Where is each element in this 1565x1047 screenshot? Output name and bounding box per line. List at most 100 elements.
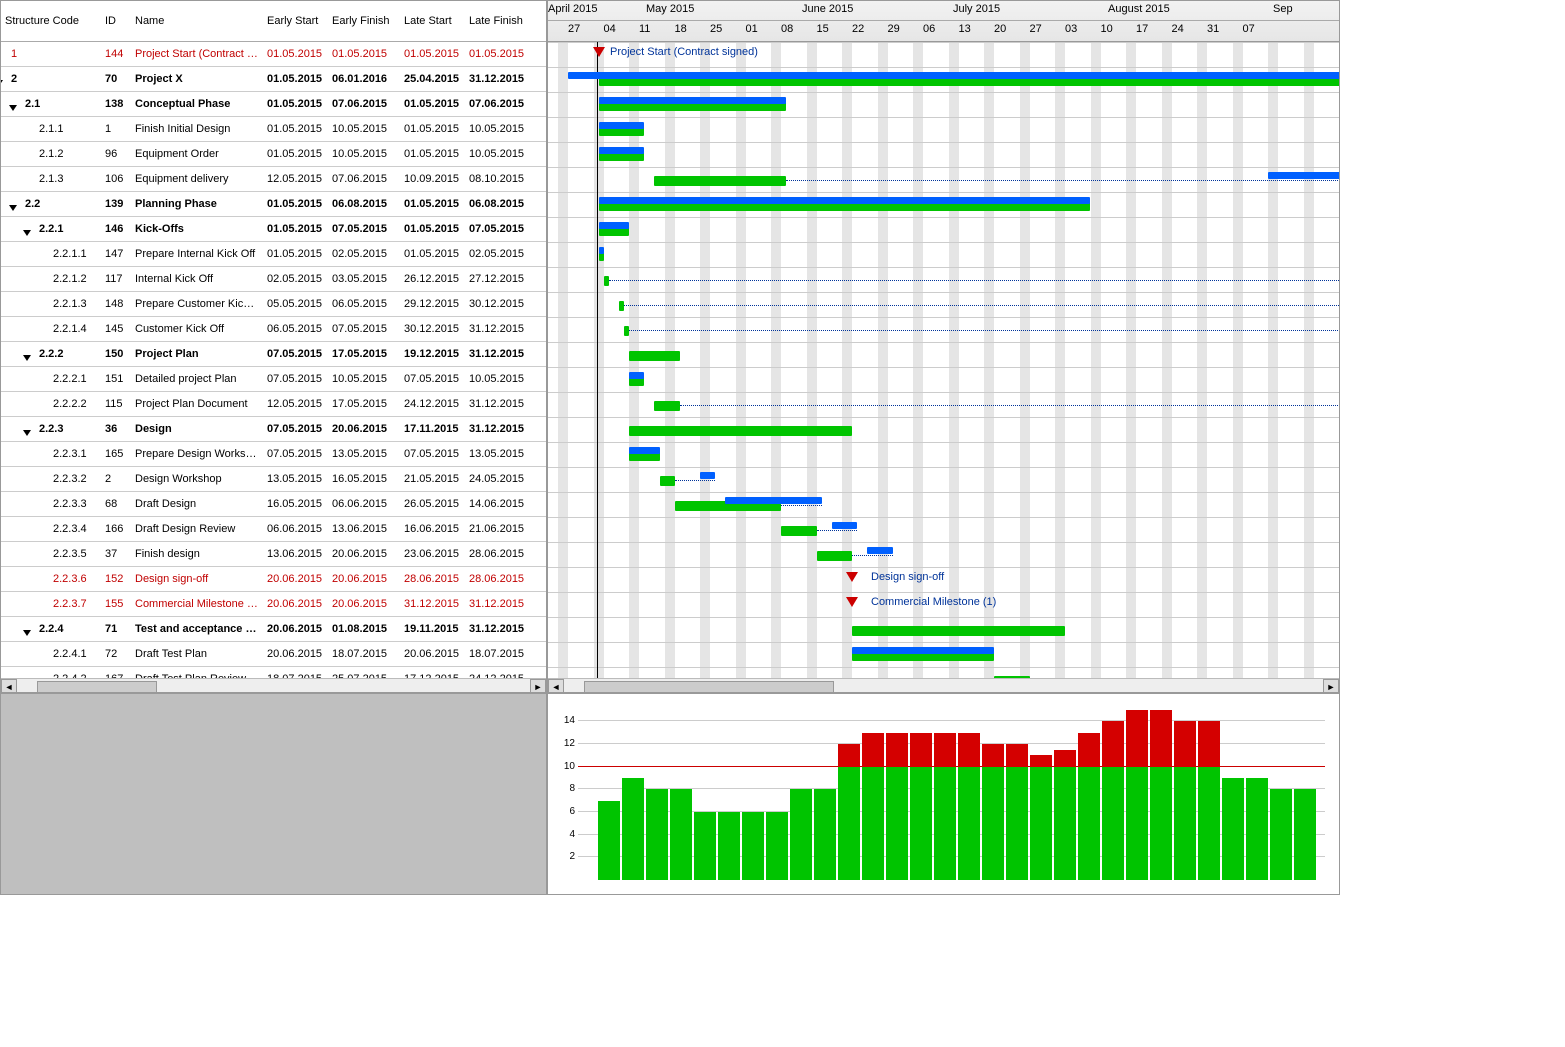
gantt-bar-late[interactable] [629, 447, 659, 454]
histogram-bar[interactable] [1006, 744, 1028, 880]
scroll-thumb[interactable] [584, 681, 834, 693]
scroll-left-icon[interactable]: ◄ [548, 679, 564, 694]
gantt-bar-late[interactable] [700, 472, 715, 479]
col-structure-code[interactable]: Structure Code [1, 13, 101, 29]
gantt-bar-late[interactable] [599, 247, 604, 254]
col-id[interactable]: ID [101, 13, 131, 29]
histogram-bar[interactable] [1270, 789, 1292, 880]
gantt-bar-early[interactable] [852, 626, 1065, 636]
histogram-bar[interactable] [718, 812, 740, 880]
expand-icon[interactable] [9, 105, 17, 111]
col-late-start[interactable]: Late Start [400, 13, 465, 29]
col-name[interactable]: Name [131, 13, 263, 29]
scroll-left-icon[interactable]: ◄ [1, 679, 17, 694]
table-row[interactable]: 2.2.2.2115Project Plan Document12.05.201… [1, 392, 546, 417]
gantt-bar-late[interactable] [1268, 172, 1339, 179]
gantt-body[interactable]: Project Start (Contract signed)Design si… [548, 42, 1339, 678]
gantt-bar-late[interactable] [832, 522, 857, 529]
table-row[interactable]: 2.2.3.1165Prepare Design Workshop07.05.2… [1, 442, 546, 467]
histogram-bar[interactable] [1078, 733, 1100, 880]
milestone-marker[interactable] [846, 597, 858, 607]
histogram-bar[interactable] [982, 744, 1004, 880]
histogram-bar[interactable] [1198, 721, 1220, 880]
table-row[interactable]: 2.1.3106Equipment delivery12.05.201507.0… [1, 167, 546, 192]
histogram-bar[interactable] [910, 733, 932, 880]
gantt-bar-late[interactable] [629, 372, 644, 379]
histogram-bar[interactable] [838, 744, 860, 880]
scroll-thumb[interactable] [37, 681, 157, 693]
milestone-marker[interactable] [846, 572, 858, 582]
gantt-bar-early[interactable] [654, 401, 679, 411]
table-row[interactable]: 2.2.3.6152Design sign-off20.06.201520.06… [1, 567, 546, 592]
gantt-bar-late[interactable] [599, 222, 629, 229]
histogram-bar[interactable] [742, 812, 764, 880]
col-late-finish[interactable]: Late Finish [465, 13, 535, 29]
gantt-bar-late[interactable] [599, 122, 645, 129]
histogram-bar[interactable] [1150, 710, 1172, 880]
gantt-bar-early[interactable] [660, 476, 675, 486]
histogram-bar[interactable] [670, 789, 692, 880]
histogram-bar[interactable] [622, 778, 644, 880]
gantt-bar-early[interactable] [781, 526, 816, 536]
scroll-right-icon[interactable]: ► [1323, 679, 1339, 694]
histogram-bar[interactable] [790, 789, 812, 880]
table-row[interactable]: 2.2.1.2117Internal Kick Off02.05.201503.… [1, 267, 546, 292]
table-row[interactable]: 2.2.2.1151Detailed project Plan07.05.201… [1, 367, 546, 392]
task-table-body[interactable]: 1144Project Start (Contract signed)01.05… [1, 42, 546, 678]
table-row[interactable]: 2.2.1.1147Prepare Internal Kick Off01.05… [1, 242, 546, 267]
table-row[interactable]: 2.2.336Design07.05.201520.06.201517.11.2… [1, 417, 546, 442]
histogram-bar[interactable] [1126, 710, 1148, 880]
expand-icon[interactable] [23, 230, 31, 236]
gantt-hscroll[interactable]: ◄ ► [548, 678, 1339, 693]
gantt-bar-early[interactable] [604, 276, 609, 286]
histogram-area[interactable] [578, 696, 1325, 880]
histogram-bar[interactable] [958, 733, 980, 880]
table-row[interactable]: 2.2.4.2167Draft Test Plan Review18.07.20… [1, 667, 546, 678]
histogram-bar[interactable] [934, 733, 956, 880]
table-row[interactable]: 2.2.3.368Draft Design16.05.201506.06.201… [1, 492, 546, 517]
table-row[interactable]: 2.2.471Test and acceptance plan20.06.201… [1, 617, 546, 642]
histogram-bar[interactable] [598, 801, 620, 880]
gantt-bar-late[interactable] [725, 497, 821, 504]
gantt-bar-late[interactable] [867, 547, 892, 554]
gantt-bar-late[interactable] [599, 197, 1091, 204]
task-table-hscroll[interactable]: ◄ ► [1, 678, 546, 693]
expand-icon[interactable] [23, 355, 31, 361]
table-row[interactable]: 2.2139Planning Phase01.05.201506.08.2015… [1, 192, 546, 217]
histogram-bar[interactable] [1222, 778, 1244, 880]
histogram-bar[interactable] [766, 812, 788, 880]
histogram-bar[interactable] [862, 733, 884, 880]
milestone-marker[interactable] [593, 47, 605, 57]
histogram-bar[interactable] [1294, 789, 1316, 880]
expand-icon[interactable] [23, 630, 31, 636]
gantt-bar-early[interactable] [817, 551, 852, 561]
table-row[interactable]: 2.2.3.7155Commercial Milestone (1)20.06.… [1, 592, 546, 617]
gantt-bar-early[interactable] [619, 301, 624, 311]
table-row[interactable]: 2.2.3.22Design Workshop13.05.201516.05.2… [1, 467, 546, 492]
table-row[interactable]: 2.2.1.4145Customer Kick Off06.05.201507.… [1, 317, 546, 342]
gantt-bar-late[interactable] [599, 147, 645, 154]
table-row[interactable]: 2.2.3.4166Draft Design Review06.06.20151… [1, 517, 546, 542]
histogram-bar[interactable] [1030, 755, 1052, 880]
gantt-bar-early[interactable] [629, 426, 852, 436]
expand-icon[interactable] [9, 205, 17, 211]
col-early-finish[interactable]: Early Finish [328, 13, 400, 29]
gantt-bar-early[interactable] [629, 351, 680, 361]
table-row[interactable]: 2.1138Conceptual Phase01.05.201507.06.20… [1, 92, 546, 117]
col-early-start[interactable]: Early Start [263, 13, 328, 29]
gantt-bar-late[interactable] [852, 647, 994, 654]
histogram-bar[interactable] [646, 789, 668, 880]
histogram-bar[interactable] [694, 812, 716, 880]
table-row[interactable]: 2.2.3.537Finish design13.06.201520.06.20… [1, 542, 546, 567]
histogram-bar[interactable] [1054, 750, 1076, 880]
table-row[interactable]: 2.2.1.3148Prepare Customer Kick Off05.05… [1, 292, 546, 317]
gantt-bar-late[interactable] [599, 97, 787, 104]
scroll-right-icon[interactable]: ► [530, 679, 546, 694]
gantt-bar-late[interactable] [568, 72, 1339, 79]
table-row[interactable]: 270Project X01.05.201506.01.201625.04.20… [1, 67, 546, 92]
histogram-bar[interactable] [1102, 721, 1124, 880]
gantt-bar-early[interactable] [994, 676, 1029, 678]
table-row[interactable]: 1144Project Start (Contract signed)01.05… [1, 42, 546, 67]
histogram-bar[interactable] [814, 789, 836, 880]
table-row[interactable]: 2.2.2150Project Plan07.05.201517.05.2015… [1, 342, 546, 367]
